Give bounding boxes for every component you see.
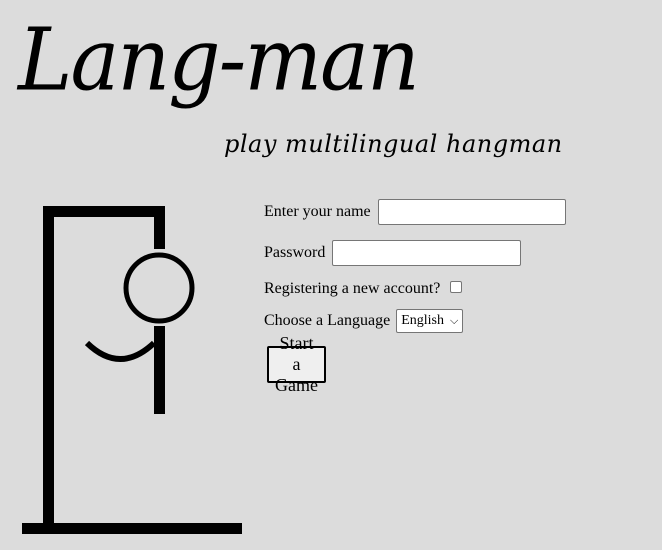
- hangman-arms: [84, 340, 157, 362]
- password-input[interactable]: [332, 240, 522, 266]
- hangman-body: [154, 326, 165, 414]
- password-label: Password: [264, 244, 326, 261]
- gallows-beam: [43, 206, 165, 217]
- start-game-button[interactable]: Start a Game: [267, 333, 326, 395]
- register-row: Registering a new account?: [264, 280, 463, 298]
- name-row: Enter your name: [264, 199, 566, 225]
- register-label: Registering a new account?: [264, 280, 441, 297]
- language-select[interactable]: English ⌵: [396, 309, 464, 333]
- gallows-rope: [154, 206, 165, 249]
- logo-subtitle: play multilingual hangman: [224, 130, 563, 158]
- language-row: Choose a Language English ⌵: [264, 309, 464, 333]
- gallows-post: [43, 206, 54, 528]
- language-label: Choose a Language: [264, 312, 391, 329]
- register-checkbox[interactable]: [450, 281, 463, 293]
- logo-title: Lang-man: [18, 10, 420, 111]
- name-input[interactable]: [377, 199, 566, 225]
- gallows-base: [22, 523, 242, 534]
- hangman-gallows-icon: [22, 206, 242, 534]
- name-label: Enter your name: [264, 203, 371, 220]
- chevron-down-icon: ⌵: [449, 314, 459, 327]
- language-selected-value: English: [401, 313, 444, 328]
- password-row: Password: [264, 240, 522, 266]
- hangman-head: [123, 252, 195, 324]
